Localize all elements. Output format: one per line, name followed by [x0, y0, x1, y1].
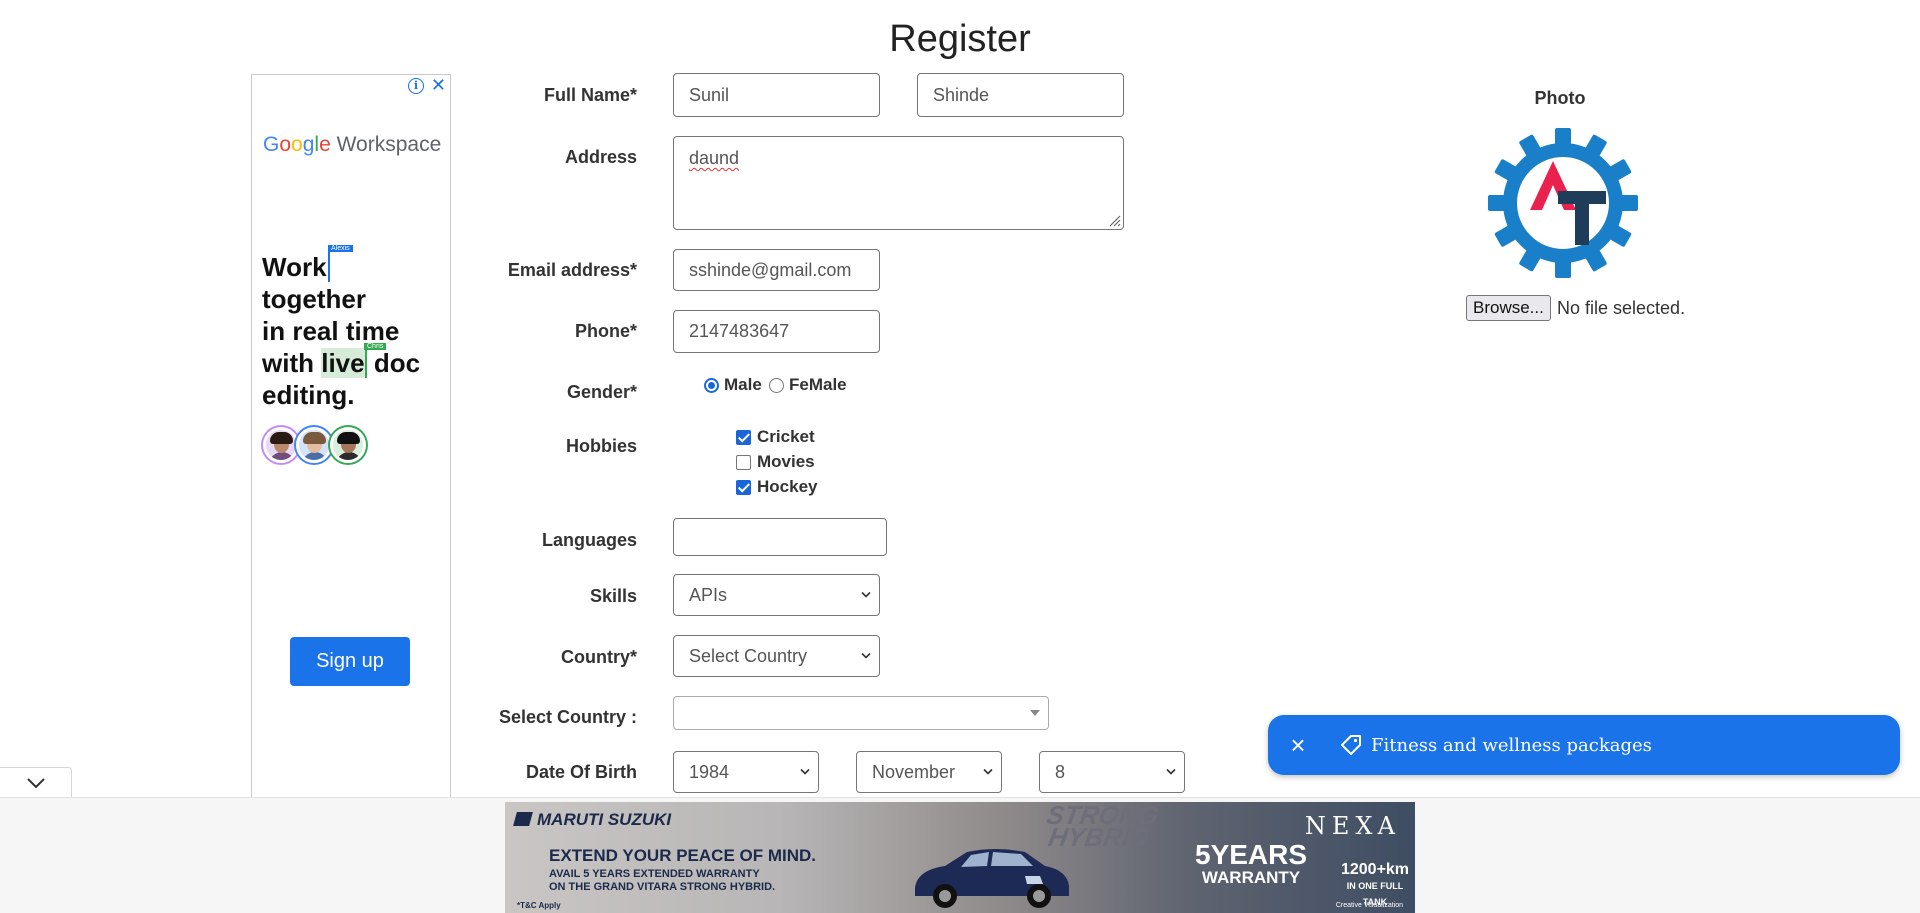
ad-headline: Work together in real time with live doc…	[262, 252, 421, 410]
avatar	[329, 427, 366, 463]
hobby-cricket-checkbox[interactable]: Cricket	[736, 427, 815, 447]
photo-label: Photo	[1534, 88, 1586, 108]
skills-label: Skills	[589, 586, 637, 606]
collaborator-avatars	[263, 427, 366, 468]
select-country-label: Select Country :	[498, 707, 637, 727]
address-value: daund	[689, 148, 740, 168]
chevron-down-icon	[1166, 768, 1176, 775]
country-select[interactable]: Select Country	[673, 635, 880, 677]
maruti-suzuki-banner-ad[interactable]: MARUTI SUZUKI EXTEND YOUR PEACE OF MIND.…	[505, 802, 1415, 913]
hobby-label: Hockey	[757, 477, 818, 496]
email-label: Email address*	[507, 260, 637, 280]
cursor-tag-chris: Chris	[364, 343, 387, 350]
chevron-down-icon	[861, 591, 871, 598]
country-selected: Select Country	[689, 645, 808, 666]
chevron-down-icon	[26, 778, 45, 789]
google-workspace-ad[interactable]: i ✕ Google Workspace Alexis Work togethe…	[251, 74, 451, 854]
dob-day-select[interactable]: 8	[1039, 751, 1185, 793]
address-textarea[interactable]: daund	[673, 136, 1124, 230]
ad-disclaimer: Creative Visualization	[1335, 902, 1403, 909]
chip-text: Fitness and wellness packages	[1371, 734, 1652, 756]
dob-day-selected: 8	[1055, 761, 1066, 782]
radio-button-checked[interactable]	[704, 377, 719, 393]
ad-subline-2: ON THE GRAND VITARA STRONG HYBRID.	[549, 881, 776, 893]
radio-button[interactable]	[769, 377, 784, 393]
ad-subline-1: AVAIL 5 YEARS EXTENDED WARRANTY	[549, 868, 760, 880]
ad-terms: *T&C Apply	[517, 901, 561, 910]
avatar	[296, 427, 333, 463]
phone-input[interactable]: 2147483647	[673, 310, 880, 353]
fitness-suggestion-chip[interactable]: × Fitness and wellness packages	[1268, 715, 1900, 775]
email-field[interactable]: sshinde@gmail.com	[673, 249, 880, 291]
gender-label: Gender*	[566, 382, 637, 402]
collapse-ad-button[interactable]	[0, 767, 72, 797]
hobby-label: Cricket	[757, 427, 815, 446]
checkbox[interactable]	[736, 454, 751, 470]
sign-up-button[interactable]: Sign up	[290, 637, 410, 686]
phone-label: Phone*	[574, 321, 637, 341]
dob-label: Date Of Birth	[525, 762, 637, 782]
caret-down-icon	[1030, 710, 1040, 716]
full-name-label: Full Name*	[543, 85, 637, 105]
hobbies-label: Hobbies	[565, 436, 637, 456]
page-title: Register	[889, 18, 1031, 60]
ad-tagline: EXTEND YOUR PEACE OF MIND.	[549, 846, 816, 865]
address-label: Address	[564, 147, 637, 167]
hobby-hockey-checkbox[interactable]: Hockey	[736, 477, 817, 497]
tag-icon	[1341, 735, 1361, 755]
first-name-input[interactable]: Sunil	[673, 73, 880, 117]
skills-select[interactable]: APIs	[673, 574, 880, 616]
chevron-down-icon	[983, 768, 993, 775]
suzuki-logo-icon	[513, 812, 533, 826]
languages-label: Languages	[541, 530, 637, 550]
dob-year-selected: 1984	[689, 761, 730, 782]
google-logo: Google	[263, 133, 331, 156]
avatar	[263, 427, 299, 463]
file-status: No file selected.	[1557, 298, 1686, 318]
browse-button[interactable]: Browse...	[1466, 295, 1551, 321]
hobby-label: Movies	[757, 452, 815, 471]
select-country-combobox[interactable]	[673, 696, 1049, 730]
dob-month-selected: November	[872, 761, 956, 782]
site-logo-gear-icon	[1488, 128, 1638, 278]
ad-close-icon[interactable]: ✕	[431, 75, 446, 95]
warranty-badge: 5YEARS WARRANTY	[1195, 839, 1308, 887]
ad-brand: Google Workspace	[263, 133, 441, 157]
close-icon[interactable]: ×	[1285, 732, 1311, 758]
dob-month-select[interactable]: November	[856, 751, 1002, 793]
checkbox-checked[interactable]	[736, 429, 751, 445]
gender-female-radio[interactable]: FeMale	[769, 375, 847, 395]
checkbox-checked[interactable]	[736, 479, 751, 495]
hobby-movies-checkbox[interactable]: Movies	[736, 452, 815, 472]
chevron-down-icon	[861, 652, 871, 659]
last-name-input[interactable]: Shinde	[917, 73, 1124, 117]
skills-selected: APIs	[689, 584, 728, 605]
strong-hybrid-logo: STRONG HYBRID	[1044, 802, 1161, 852]
languages-input[interactable]	[673, 518, 887, 556]
ad-brand: MARUTI SUZUKI	[513, 810, 671, 830]
gender-male-radio[interactable]: Male	[704, 375, 762, 395]
gender-male-label: Male	[724, 375, 762, 394]
dob-year-select[interactable]: 1984	[673, 751, 819, 793]
nexa-logo: NEXA	[1304, 812, 1401, 840]
chevron-down-icon	[800, 768, 810, 775]
resize-handle-icon[interactable]	[1107, 213, 1121, 227]
gender-female-label: FeMale	[789, 375, 847, 394]
ad-info-icon[interactable]: i	[408, 78, 424, 94]
ad-brand-product: Workspace	[336, 133, 442, 156]
country-label: Country*	[561, 647, 637, 667]
